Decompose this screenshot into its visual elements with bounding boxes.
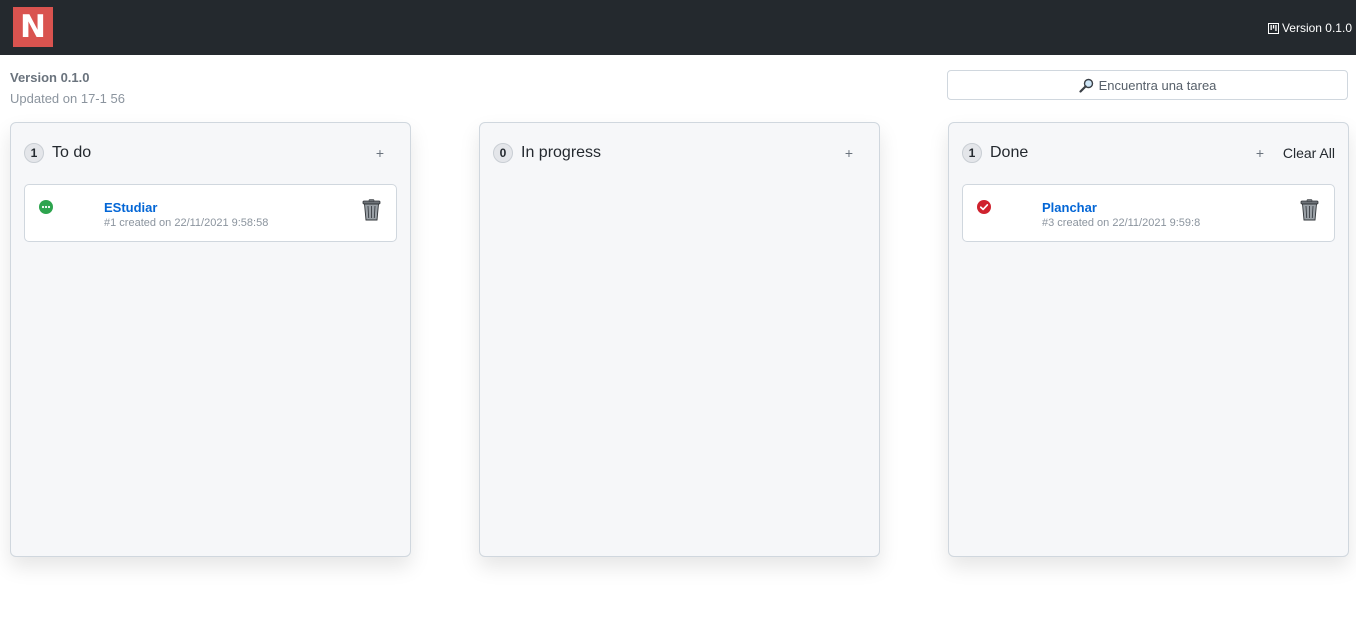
version-title: Version 0.1.0 [10, 70, 90, 85]
header-version-label: Version 0.1.0 [1281, 21, 1352, 35]
column-count-badge: 1 [962, 143, 982, 163]
add-card-button[interactable]: + [369, 142, 391, 164]
add-card-button[interactable]: + [1249, 142, 1271, 164]
column-title: In progress [521, 144, 602, 161]
task-title-link[interactable]: Planchar [1042, 200, 1097, 215]
trash-icon[interactable] [362, 199, 381, 221]
task-card[interactable]: Planchar #3 created on 22/11/2021 9:59:8 [962, 184, 1335, 242]
done-check-icon [977, 200, 991, 214]
task-meta: #1 created on 22/11/2021 9:58:58 [104, 217, 269, 229]
column-count-badge: 1 [24, 143, 44, 163]
app-logo[interactable]: N [13, 7, 53, 47]
clear-all-button[interactable]: Clear All [1283, 142, 1335, 164]
search-input[interactable]: Encuentra una tarea [947, 70, 1348, 100]
task-title-link[interactable]: EStudiar [104, 200, 157, 215]
column-title: Done [990, 144, 1029, 161]
updated-text: Updated on 17-1 56 [10, 91, 125, 106]
task-card[interactable]: EStudiar #1 created on 22/11/2021 9:58:5… [24, 184, 397, 242]
column-title: To do [52, 144, 92, 161]
column-todo: 1 To do + EStudiar #1 created on 22/11/2… [10, 122, 411, 557]
task-meta: #3 created on 22/11/2021 9:59:8 [1042, 217, 1201, 229]
header-version: Version 0.1.0 [1267, 21, 1352, 35]
column-in-progress: 0 In progress + [479, 122, 880, 557]
top-navbar: N Version 0.1.0 [0, 0, 1356, 55]
project-board-icon [1267, 22, 1279, 34]
column-header: 0 In progress + [493, 142, 866, 164]
add-card-button[interactable]: + [838, 142, 860, 164]
column-header: 1 Done + Clear All [962, 142, 1335, 164]
search-placeholder: Encuentra una tarea [1098, 77, 1217, 93]
search-icon [1078, 78, 1093, 93]
trash-icon[interactable] [1300, 199, 1319, 221]
column-count-badge: 0 [493, 143, 513, 163]
open-dots-icon [39, 200, 53, 214]
column-header: 1 To do + [24, 142, 397, 164]
column-done: 1 Done + Clear All Planchar #3 created o… [948, 122, 1349, 557]
